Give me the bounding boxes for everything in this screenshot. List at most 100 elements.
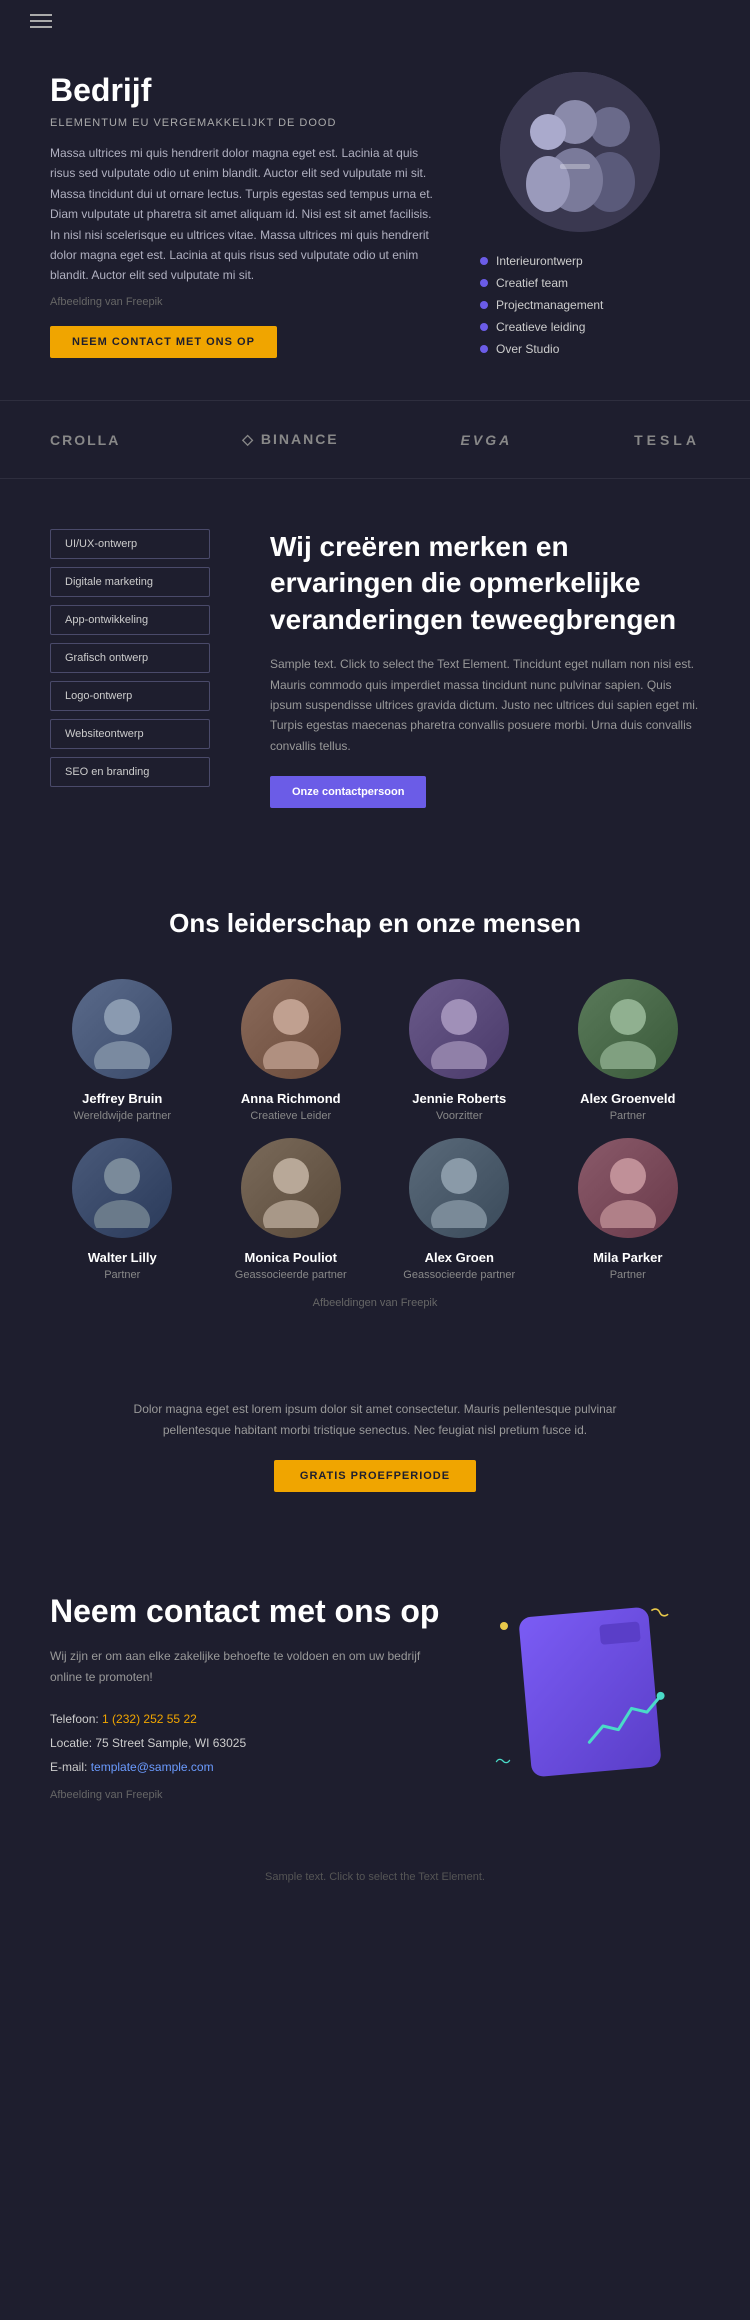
dot-icon (480, 257, 488, 265)
hero-nav-list: Interieurontwerp Creatief team Projectma… (480, 250, 700, 360)
service-tag-1[interactable]: Digitale marketing (50, 567, 210, 597)
footer-note: Sample text. Click to select the Text El… (0, 1851, 750, 1903)
member-avatar-5 (241, 1138, 341, 1238)
member-name-0: Jeffrey Bruin (50, 1091, 195, 1106)
team-heading: Ons leiderschap en onze mensen (50, 908, 700, 939)
location-value: 75 Street Sample, WI 63025 (95, 1736, 246, 1750)
location-label: Locatie: (50, 1736, 92, 1750)
member-avatar-4 (72, 1138, 172, 1238)
member-role-1: Creatieve Leider (219, 1110, 364, 1122)
hero-image (500, 72, 660, 232)
dot-icon (480, 323, 488, 331)
service-tag-3[interactable]: Grafisch ontwerp (50, 643, 210, 673)
member-avatar-7 (578, 1138, 678, 1238)
hero-subtitle: ELEMENTUM EU VERGEMAKKELIJKT DE DOOD (50, 117, 440, 129)
member-role-0: Wereldwijde partner (50, 1110, 195, 1122)
team-grid-row2: Walter Lilly Partner Monica Pouliot Geas… (50, 1138, 700, 1281)
nav-bar (0, 0, 750, 42)
team-member-2: Jennie Roberts Voorzitter (387, 979, 532, 1122)
member-name-7: Mila Parker (556, 1250, 701, 1265)
contact-left: Neem contact met ons op Wij zijn er om a… (50, 1592, 440, 1801)
deco-dot-2 (500, 1622, 508, 1630)
phone-value: 1 (232) 252 55 22 (102, 1712, 197, 1726)
services-cta-button[interactable]: Onze contactpersoon (270, 776, 426, 808)
member-role-7: Partner (556, 1269, 701, 1281)
team-member-1: Anna Richmond Creatieve Leider (219, 979, 364, 1122)
member-avatar-0 (72, 979, 172, 1079)
hero-left: Bedrijf ELEMENTUM EU VERGEMAKKELIJKT DE … (50, 72, 440, 358)
member-name-2: Jennie Roberts (387, 1091, 532, 1106)
services-content: Wij creëren merken en ervaringen die opm… (270, 529, 700, 808)
team-member-3: Alex Groenveld Partner (556, 979, 701, 1122)
team-member-5: Monica Pouliot Geassocieerde partner (219, 1138, 364, 1281)
brand-binance: ◇ BINANCE (242, 431, 338, 448)
member-name-6: Alex Groen (387, 1250, 532, 1265)
contact-email-row: E-mail: template@sample.com (50, 1755, 440, 1779)
contact-phone-row: Telefoon: 1 (232) 252 55 22 (50, 1707, 440, 1731)
member-role-3: Partner (556, 1110, 701, 1122)
team-grid-row1: Jeffrey Bruin Wereldwijde partner Anna R… (50, 979, 700, 1122)
member-role-6: Geassocieerde partner (387, 1269, 532, 1281)
dot-icon (480, 301, 488, 309)
dot-icon (480, 279, 488, 287)
member-avatar-1 (241, 979, 341, 1079)
contact-description: Wij zijn er om aan elke zakelijke behoef… (50, 1646, 440, 1687)
team-member-4: Walter Lilly Partner (50, 1138, 195, 1281)
services-section: UI/UX-ontwerp Digitale marketing App-ont… (0, 479, 750, 858)
hero-cta-button[interactable]: NEEM CONTACT MET ONS OP (50, 326, 277, 358)
hero-nav-item[interactable]: Projectmanagement (480, 294, 700, 316)
hero-body: Massa ultrices mi quis hendrerit dolor m… (50, 143, 440, 286)
brands-section: CROLLA ◇ BINANCE EVGA TESLA (0, 400, 750, 479)
brand-tesla: TESLA (634, 432, 700, 448)
member-name-3: Alex Groenveld (556, 1091, 701, 1106)
team-credit: Afbeeldingen van Freepik (50, 1297, 700, 1309)
clipboard-clip (599, 1621, 641, 1644)
member-name-5: Monica Pouliot (219, 1250, 364, 1265)
contact-info: Telefoon: 1 (232) 252 55 22 Locatie: 75 … (50, 1707, 440, 1779)
member-role-4: Partner (50, 1269, 195, 1281)
service-tag-4[interactable]: Logo-ontwerp (50, 681, 210, 711)
hero-nav-item[interactable]: Creatief team (480, 272, 700, 294)
phone-label: Telefoon: (50, 1712, 99, 1726)
clipboard-body (518, 1607, 661, 1778)
email-label: E-mail: (50, 1760, 87, 1774)
dot-icon (480, 345, 488, 353)
team-section: Ons leiderschap en onze mensen Jeffrey B… (0, 858, 750, 1349)
service-tag-6[interactable]: SEO en branding (50, 757, 210, 787)
clipboard-graphic: 〜 〜 (490, 1592, 690, 1792)
member-avatar-2 (409, 979, 509, 1079)
cta-body: Dolor magna eget est lorem ipsum dolor s… (100, 1399, 650, 1440)
contact-section: Neem contact met ons op Wij zijn er om a… (0, 1542, 750, 1851)
member-role-2: Voorzitter (387, 1110, 532, 1122)
contact-illustration: 〜 〜 (480, 1592, 700, 1792)
services-tags: UI/UX-ontwerp Digitale marketing App-ont… (50, 529, 230, 808)
hero-nav-item[interactable]: Creatieve leiding (480, 316, 700, 338)
services-body: Sample text. Click to select the Text El… (270, 654, 700, 756)
team-member-0: Jeffrey Bruin Wereldwijde partner (50, 979, 195, 1122)
hamburger-menu[interactable] (30, 14, 52, 28)
member-avatar-3 (578, 979, 678, 1079)
member-name-1: Anna Richmond (219, 1091, 364, 1106)
service-tag-2[interactable]: App-ontwikkeling (50, 605, 210, 635)
hero-nav-item[interactable]: Interieurontwerp (480, 250, 700, 272)
services-heading: Wij creëren merken en ervaringen die opm… (270, 529, 700, 638)
deco-squiggle-2: 〜 (495, 1748, 511, 1772)
email-value[interactable]: template@sample.com (91, 1760, 214, 1774)
deco-squiggle-1: 〜 (646, 1594, 675, 1628)
team-member-6: Alex Groen Geassocieerde partner (387, 1138, 532, 1281)
brand-evga: EVGA (461, 432, 513, 448)
member-role-5: Geassocieerde partner (219, 1269, 364, 1281)
contact-heading: Neem contact met ons op (50, 1592, 440, 1630)
service-tag-5[interactable]: Websiteontwerp (50, 719, 210, 749)
hero-right: Interieurontwerp Creatief team Projectma… (480, 72, 700, 360)
hero-title: Bedrijf (50, 72, 440, 109)
cta-button[interactable]: Gratis proefperiode (274, 1460, 476, 1492)
hero-section: Bedrijf ELEMENTUM EU VERGEMAKKELIJKT DE … (0, 42, 750, 400)
contact-location-row: Locatie: 75 Street Sample, WI 63025 (50, 1731, 440, 1755)
team-member-7: Mila Parker Partner (556, 1138, 701, 1281)
hero-nav-item[interactable]: Over Studio (480, 338, 700, 360)
service-tag-0[interactable]: UI/UX-ontwerp (50, 529, 210, 559)
cta-section: Dolor magna eget est lorem ipsum dolor s… (0, 1349, 750, 1542)
brand-crolla: CROLLA (50, 432, 120, 448)
hero-image-credit: Afbeelding van Freepik (50, 296, 440, 308)
